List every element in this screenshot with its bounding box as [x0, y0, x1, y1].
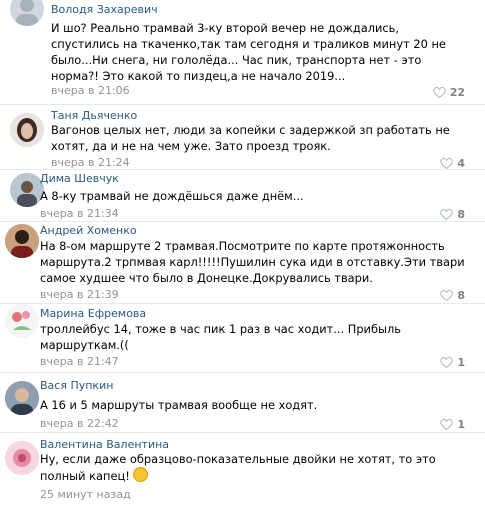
comment-text-content: Ну, если даже образцово-показательные дв…	[40, 452, 436, 483]
like-count: 1	[457, 355, 465, 369]
comment-text: И шо? Реально трамвай 3-ку второй вечер …	[51, 21, 446, 83]
heart-icon	[440, 208, 454, 220]
like-count: 4	[457, 156, 465, 170]
heart-icon	[432, 86, 446, 98]
comment-date[interactable]: вчера в 21:34	[40, 207, 119, 220]
comment-date[interactable]: вчера в 22:42	[40, 417, 119, 430]
comment-author[interactable]: Таня Дьяченко	[51, 109, 137, 122]
comment: Вася Пупкин А 16 и 5 маршруты трамвая во…	[0, 372, 485, 433]
comment-text: троллейбус 14, тоже в час пик 1 раз в ча…	[40, 322, 401, 352]
comment: Марина Ефремова троллейбус 14, тоже в ча…	[0, 303, 485, 373]
heart-icon	[440, 289, 454, 301]
like-count: 1	[457, 417, 465, 431]
comment-date[interactable]: вчера в 21:39	[40, 288, 119, 301]
like-button[interactable]: 8	[440, 206, 465, 222]
comment-author[interactable]: Володя Захаревич	[51, 3, 158, 16]
avatar[interactable]	[10, 173, 44, 207]
comment-date[interactable]: 25 минут назад	[40, 488, 131, 501]
like-count: 8	[457, 207, 465, 221]
comment-date[interactable]: вчера в 21:47	[40, 355, 119, 368]
comment-text: Ну, если даже образцово-показательные дв…	[40, 451, 465, 484]
comment: Валентина Валентина Ну, если даже образц…	[0, 432, 485, 505]
comment-text: А 16 и 5 маршруты трамвая вообще не ходя…	[40, 398, 318, 412]
comment: Володя Захаревич И шо? Реально трамвай 3…	[0, 0, 485, 104]
like-count: 8	[457, 288, 465, 302]
like-button[interactable]: 22	[432, 84, 465, 100]
comments-feed: Володя Захаревич И шо? Реально трамвай 3…	[0, 0, 485, 504]
like-button[interactable]: 1	[440, 354, 465, 370]
comment-text: А 8-ку трамвай не дождёшься даже днём...	[40, 189, 304, 203]
comment-text: На 8-ом маршруте 2 трамвая.Посмотрите по…	[40, 239, 465, 285]
comment-text: Вагонов целых нет, люди за копейки с зад…	[51, 123, 450, 153]
comment-date[interactable]: вчера в 21:24	[51, 156, 130, 169]
avatar[interactable]	[5, 381, 39, 415]
comment-author[interactable]: Дима Шевчук	[40, 172, 119, 185]
like-button[interactable]: 1	[440, 416, 465, 432]
comment: Дима Шевчук А 8-ку трамвай не дождёшься …	[0, 169, 485, 222]
avatar[interactable]	[10, 113, 44, 147]
comment-date[interactable]: вчера в 21:06	[51, 84, 130, 97]
comment-author[interactable]: Марина Ефремова	[40, 307, 146, 320]
heart-icon	[440, 157, 454, 169]
like-count: 22	[449, 85, 465, 99]
relieved-face-emoji-icon	[132, 467, 148, 482]
comment-author[interactable]: Вася Пупкин	[40, 379, 113, 392]
comment: Таня Дьяченко Вагонов целых нет, люди за…	[0, 104, 485, 170]
avatar[interactable]	[5, 304, 39, 338]
like-button[interactable]: 8	[440, 287, 465, 303]
heart-icon	[440, 356, 454, 368]
avatar[interactable]	[5, 224, 39, 258]
heart-icon	[440, 418, 454, 430]
avatar[interactable]	[5, 441, 39, 475]
comment-author[interactable]: Андрей Хоменко	[40, 224, 137, 237]
comment-author[interactable]: Валентина Валентина	[40, 438, 169, 451]
avatar[interactable]	[10, 0, 44, 26]
comment: Андрей Хоменко На 8-ом маршруте 2 трамва…	[0, 221, 485, 304]
